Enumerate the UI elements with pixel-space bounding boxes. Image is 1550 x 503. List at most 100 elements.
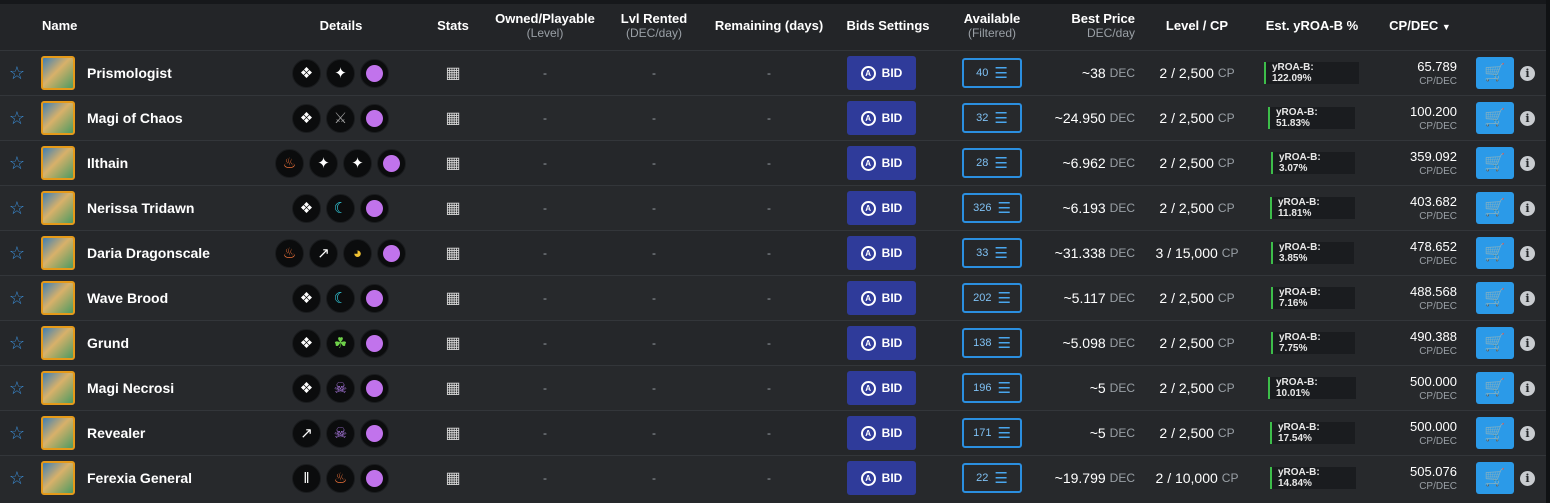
info-icon[interactable]: i xyxy=(1520,426,1535,441)
scrollbar-edge[interactable] xyxy=(1546,0,1550,503)
available-button[interactable]: 326 ☰ xyxy=(962,193,1022,223)
table-row[interactable]: ☆ Grund ❖ ☘ ▦ - - - A BID 138 ☰ ~5.098 DEC 2… xyxy=(0,320,1546,365)
add-to-cart-button[interactable]: 🛒 xyxy=(1476,462,1514,494)
add-to-cart-button[interactable]: 🛒 xyxy=(1476,192,1514,224)
add-to-cart-button[interactable]: 🛒 xyxy=(1476,372,1514,404)
bid-button[interactable]: A BID xyxy=(847,236,916,270)
info-icon[interactable]: i xyxy=(1520,111,1535,126)
table-row[interactable]: ☆ Ilthain ♨ ✦ ✦ ▦ - - - A BID 28 ☰ ~6.962 DEC… xyxy=(0,140,1546,185)
available-button[interactable]: 40 ☰ xyxy=(962,58,1022,88)
header-available[interactable]: Available (Filtered) xyxy=(952,11,1032,41)
table-row[interactable]: ☆ Daria Dragonscale ♨ ↗ ◕ ▦ - - - A BID 33 ☰… xyxy=(0,230,1546,275)
available-button[interactable]: 28 ☰ xyxy=(962,148,1022,178)
card-avatar[interactable] xyxy=(41,281,75,315)
star-outline-icon[interactable]: ☆ xyxy=(8,411,26,455)
star-outline-icon[interactable]: ☆ xyxy=(8,321,26,365)
star-outline-icon[interactable]: ☆ xyxy=(8,366,26,410)
header-stats[interactable]: Stats xyxy=(430,18,476,33)
stats-chart-icon[interactable]: ▦ xyxy=(436,51,470,95)
card-avatar[interactable] xyxy=(41,56,75,90)
available-button[interactable]: 33 ☰ xyxy=(962,238,1022,268)
card-name[interactable]: Ferexia General xyxy=(87,456,267,500)
table-row[interactable]: ☆ Wave Brood ❖ ☾ ▦ - - - A BID 202 ☰ ~5.117… xyxy=(0,275,1546,320)
info-icon[interactable]: i xyxy=(1520,471,1535,486)
info-icon[interactable]: i xyxy=(1520,66,1535,81)
bid-button[interactable]: A BID xyxy=(847,191,916,225)
header-name[interactable]: Name xyxy=(42,18,77,33)
bid-button[interactable]: A BID xyxy=(847,461,916,495)
info-icon[interactable]: i xyxy=(1520,246,1535,261)
info-icon[interactable]: i xyxy=(1520,201,1535,216)
bid-button[interactable]: A BID xyxy=(847,101,916,135)
card-name[interactable]: Magi of Chaos xyxy=(87,96,267,140)
stats-chart-icon[interactable]: ▦ xyxy=(436,231,470,275)
info-icon[interactable]: i xyxy=(1520,291,1535,306)
header-details[interactable]: Details xyxy=(305,18,377,33)
available-button[interactable]: 138 ☰ xyxy=(962,328,1022,358)
card-avatar[interactable] xyxy=(41,101,75,135)
stats-chart-icon[interactable]: ▦ xyxy=(436,186,470,230)
stats-chart-icon[interactable]: ▦ xyxy=(436,276,470,320)
stats-chart-icon[interactable]: ▦ xyxy=(436,411,470,455)
card-avatar[interactable] xyxy=(41,461,75,495)
stats-chart-icon[interactable]: ▦ xyxy=(436,141,470,185)
add-to-cart-button[interactable]: 🛒 xyxy=(1476,57,1514,89)
header-cpdec[interactable]: CP/DEC ▼ xyxy=(1380,18,1460,35)
stats-chart-icon[interactable]: ▦ xyxy=(436,456,470,500)
star-outline-icon[interactable]: ☆ xyxy=(8,96,26,140)
card-name[interactable]: Nerissa Tridawn xyxy=(87,186,267,230)
bid-button[interactable]: A BID xyxy=(847,56,916,90)
star-outline-icon[interactable]: ☆ xyxy=(8,456,26,500)
card-name[interactable]: Prismologist xyxy=(87,51,267,95)
available-button[interactable]: 202 ☰ xyxy=(962,283,1022,313)
add-to-cart-button[interactable]: 🛒 xyxy=(1476,282,1514,314)
bid-button[interactable]: A BID xyxy=(847,326,916,360)
star-outline-icon[interactable]: ☆ xyxy=(8,141,26,185)
card-name[interactable]: Daria Dragonscale xyxy=(87,231,267,275)
stats-chart-icon[interactable]: ▦ xyxy=(436,321,470,365)
header-best-price[interactable]: Best Price DEC/day xyxy=(1050,11,1135,41)
bid-button[interactable]: A BID xyxy=(847,416,916,450)
card-name[interactable]: Wave Brood xyxy=(87,276,267,320)
add-to-cart-button[interactable]: 🛒 xyxy=(1476,327,1514,359)
card-name[interactable]: Grund xyxy=(87,321,267,365)
table-row[interactable]: ☆ Revealer ↗ ☠ ▦ - - - A BID 171 ☰ ~5 DEC 2 … xyxy=(0,410,1546,455)
table-row[interactable]: ☆ Magi of Chaos ❖ ⚔ ▦ - - - A BID 32 ☰ ~24.… xyxy=(0,95,1546,140)
available-button[interactable]: 171 ☰ xyxy=(962,418,1022,448)
info-icon[interactable]: i xyxy=(1520,381,1535,396)
header-rented[interactable]: Lvl Rented (DEC/day) xyxy=(604,11,704,41)
header-level-cp[interactable]: Level / CP xyxy=(1150,18,1244,33)
card-name[interactable]: Revealer xyxy=(87,411,267,455)
stats-chart-icon[interactable]: ▦ xyxy=(436,366,470,410)
header-owned[interactable]: Owned/Playable (Level) xyxy=(488,11,602,41)
info-icon[interactable]: i xyxy=(1520,336,1535,351)
bid-button[interactable]: A BID xyxy=(847,281,916,315)
table-row[interactable]: ☆ Magi Necrosi ❖ ☠ ▦ - - - A BID 196 ☰ ~5 DE… xyxy=(0,365,1546,410)
table-row[interactable]: ☆ Nerissa Tridawn ❖ ☾ ▦ - - - A BID 326 ☰ ~… xyxy=(0,185,1546,230)
card-avatar[interactable] xyxy=(41,326,75,360)
table-row[interactable]: ☆ Ferexia General ‖ ♨ ▦ - - - A BID 22 ☰ ~1… xyxy=(0,455,1546,500)
add-to-cart-button[interactable]: 🛒 xyxy=(1476,147,1514,179)
available-button[interactable]: 32 ☰ xyxy=(962,103,1022,133)
card-name[interactable]: Ilthain xyxy=(87,141,267,185)
card-avatar[interactable] xyxy=(41,371,75,405)
available-button[interactable]: 22 ☰ xyxy=(962,463,1022,493)
card-avatar[interactable] xyxy=(41,146,75,180)
card-avatar[interactable] xyxy=(41,416,75,450)
header-bids[interactable]: Bids Settings xyxy=(838,18,938,33)
stats-chart-icon[interactable]: ▦ xyxy=(436,96,470,140)
header-remaining[interactable]: Remaining (days) xyxy=(709,18,829,33)
add-to-cart-button[interactable]: 🛒 xyxy=(1476,102,1514,134)
add-to-cart-button[interactable]: 🛒 xyxy=(1476,237,1514,269)
card-name[interactable]: Magi Necrosi xyxy=(87,366,267,410)
bid-button[interactable]: A BID xyxy=(847,371,916,405)
header-yroa[interactable]: Est. yROA-B % xyxy=(1258,18,1366,33)
card-avatar[interactable] xyxy=(41,236,75,270)
star-outline-icon[interactable]: ☆ xyxy=(8,276,26,320)
bid-button[interactable]: A BID xyxy=(847,146,916,180)
star-outline-icon[interactable]: ☆ xyxy=(8,51,26,95)
available-button[interactable]: 196 ☰ xyxy=(962,373,1022,403)
info-icon[interactable]: i xyxy=(1520,156,1535,171)
table-row[interactable]: ☆ Prismologist ❖ ✦ ▦ - - - A BID 40 ☰ ~38 DE… xyxy=(0,50,1546,95)
card-avatar[interactable] xyxy=(41,191,75,225)
